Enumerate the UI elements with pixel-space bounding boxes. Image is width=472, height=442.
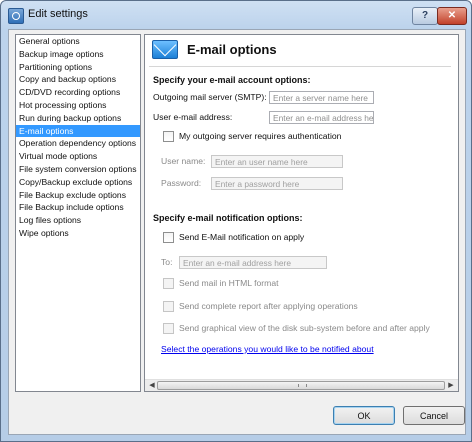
- window-title: Edit settings: [28, 8, 88, 20]
- send-notification-label: Send E-Mail notification on apply: [179, 232, 305, 242]
- settings-app-icon: [8, 8, 24, 24]
- notification-section-heading: Specify e-mail notification options:: [153, 213, 303, 223]
- panel-title: E-mail options: [187, 42, 277, 57]
- smtp-server-field[interactable]: Enter a server name here: [269, 91, 374, 104]
- close-button[interactable]: ✕: [437, 7, 467, 25]
- to-address-field[interactable]: Enter an e-mail address here: [179, 256, 327, 269]
- email-address-field[interactable]: Enter an e-mail address here: [269, 111, 374, 124]
- graphical-view-label: Send graphical view of the disk sub-syst…: [179, 323, 430, 333]
- help-button[interactable]: ?: [412, 7, 438, 25]
- category-email[interactable]: E-mail options: [16, 124, 140, 138]
- category-file-backup-include[interactable]: File Backup include options: [16, 201, 140, 214]
- select-operations-link[interactable]: Select the operations you would like to …: [161, 344, 374, 354]
- category-operation-dependency[interactable]: Operation dependency options: [16, 137, 140, 150]
- category-cd-dvd[interactable]: CD/DVD recording options: [16, 86, 140, 99]
- header-divider: [149, 66, 451, 67]
- category-hot-processing[interactable]: Hot processing options: [16, 99, 140, 112]
- username-label: User name:: [161, 156, 206, 166]
- horizontal-scrollbar[interactable]: ◀ ▶: [145, 379, 458, 391]
- scroll-right-icon[interactable]: ▶: [445, 381, 457, 391]
- category-copy-backup-exclude[interactable]: Copy/Backup exclude options: [16, 176, 140, 189]
- auth-checkbox-label: My outgoing server requires authenticati…: [179, 131, 342, 141]
- title-bar[interactable]: Edit settings ? ✕: [1, 1, 471, 29]
- dialog-body: General options Backup image options Par…: [8, 29, 466, 435]
- grip-icon: [298, 384, 307, 387]
- email-label: User e-mail address:: [153, 112, 233, 122]
- settings-category-list[interactable]: General options Backup image options Par…: [15, 34, 141, 392]
- email-options-panel: E-mail options Specify your e-mail accou…: [144, 34, 459, 392]
- html-format-label: Send mail in HTML format: [179, 278, 279, 288]
- edit-settings-window: Edit settings ? ✕ General options Backup…: [0, 0, 472, 442]
- scrollbar-thumb[interactable]: [157, 381, 445, 390]
- html-format-checkbox[interactable]: [163, 278, 174, 289]
- category-run-during-backup[interactable]: Run during backup options: [16, 112, 140, 125]
- category-wipe[interactable]: Wipe options: [16, 227, 140, 240]
- auth-checkbox[interactable]: [163, 131, 174, 142]
- category-fs-conversion[interactable]: File system conversion options: [16, 163, 140, 176]
- category-copy-backup[interactable]: Copy and backup options: [16, 73, 140, 86]
- graphical-view-checkbox[interactable]: [163, 323, 174, 334]
- complete-report-checkbox[interactable]: [163, 301, 174, 312]
- username-field[interactable]: Enter an user name here: [211, 155, 343, 168]
- complete-report-label: Send complete report after applying oper…: [179, 301, 358, 311]
- send-notification-checkbox[interactable]: [163, 232, 174, 243]
- category-log-files[interactable]: Log files options: [16, 214, 140, 227]
- ok-button[interactable]: OK: [333, 406, 395, 425]
- cancel-button[interactable]: Cancel: [403, 406, 465, 425]
- to-label: To:: [161, 257, 173, 267]
- category-general[interactable]: General options: [16, 35, 140, 48]
- password-field[interactable]: Enter a password here: [211, 177, 343, 190]
- category-partitioning[interactable]: Partitioning options: [16, 61, 140, 74]
- password-label: Password:: [161, 178, 202, 188]
- envelope-icon: [152, 40, 178, 59]
- category-backup-image[interactable]: Backup image options: [16, 48, 140, 61]
- smtp-label: Outgoing mail server (SMTP):: [153, 92, 267, 102]
- category-file-backup-exclude[interactable]: File Backup exclude options: [16, 189, 140, 202]
- account-section-heading: Specify your e-mail account options:: [153, 75, 311, 85]
- category-virtual-mode[interactable]: Virtual mode options: [16, 150, 140, 163]
